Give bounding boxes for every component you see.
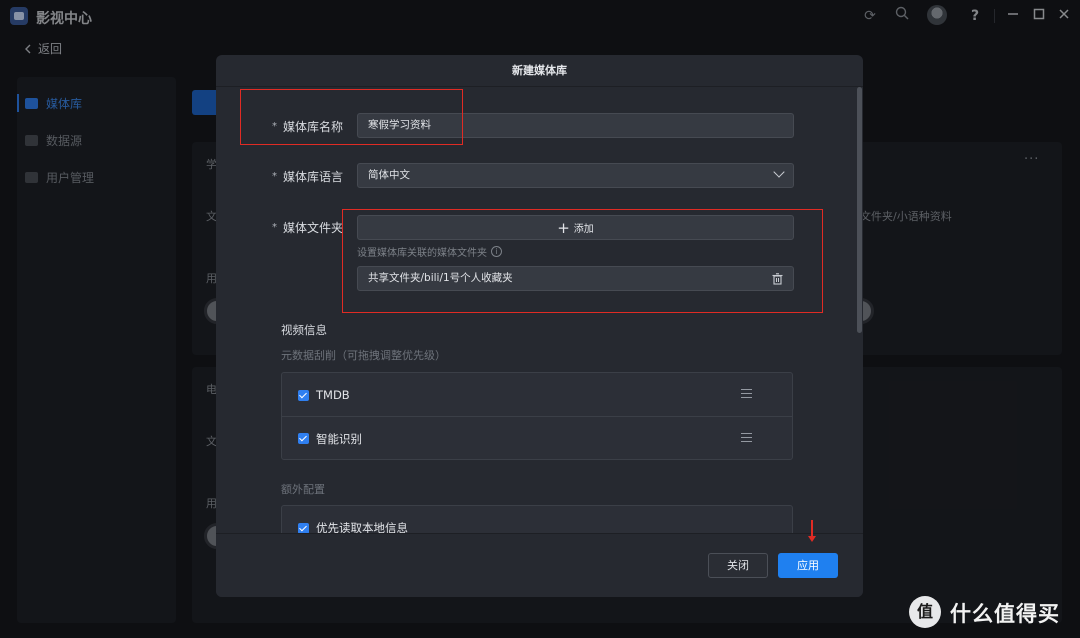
dialog-footer: 关闭 应用 [216, 533, 863, 597]
dialog-scrollbar[interactable] [857, 87, 862, 333]
required-mark: * [272, 171, 277, 182]
library-language-select[interactable]: 简体中文 [357, 163, 794, 188]
scraper-label: 智能识别 [316, 431, 362, 446]
tmdb-checkbox[interactable] [298, 389, 309, 401]
video-info-heading: 视频信息 [281, 323, 327, 337]
library-language-label: * 媒体库语言 [272, 168, 343, 185]
close-button[interactable]: 关闭 [708, 553, 768, 578]
scraper-item-smart[interactable]: 智能识别 [282, 416, 792, 460]
watermark-badge: 值 [909, 596, 941, 628]
extra-config-heading: 额外配置 [281, 483, 325, 496]
library-language-label-text: 媒体库语言 [283, 170, 344, 184]
scraper-item-tmdb[interactable]: TMDB [282, 373, 792, 417]
scraper-list: TMDB 智能识别 [281, 372, 793, 460]
dialog-title: 新建媒体库 [216, 55, 863, 87]
chevron-down-icon [773, 166, 785, 178]
library-language-value: 简体中文 [368, 169, 410, 181]
local-info-checkbox[interactable] [298, 522, 309, 534]
drag-handle-icon[interactable] [741, 389, 752, 398]
media-folder-label: * 媒体文件夹 [272, 219, 343, 236]
required-mark: * [272, 222, 277, 233]
watermark-text: 什么值得买 [950, 602, 1060, 626]
scraper-label: TMDB [316, 388, 350, 402]
apply-button[interactable]: 应用 [778, 553, 838, 578]
drag-handle-icon[interactable] [741, 433, 752, 442]
smart-recognition-checkbox[interactable] [298, 433, 309, 444]
annotation-box-folder [342, 209, 823, 313]
media-folder-label-text: 媒体文件夹 [283, 221, 344, 235]
annotation-arrow-icon [808, 520, 816, 542]
scrape-subtitle: 元数据刮削（可拖拽调整优先级） [281, 349, 446, 362]
annotation-box-name [240, 89, 463, 145]
